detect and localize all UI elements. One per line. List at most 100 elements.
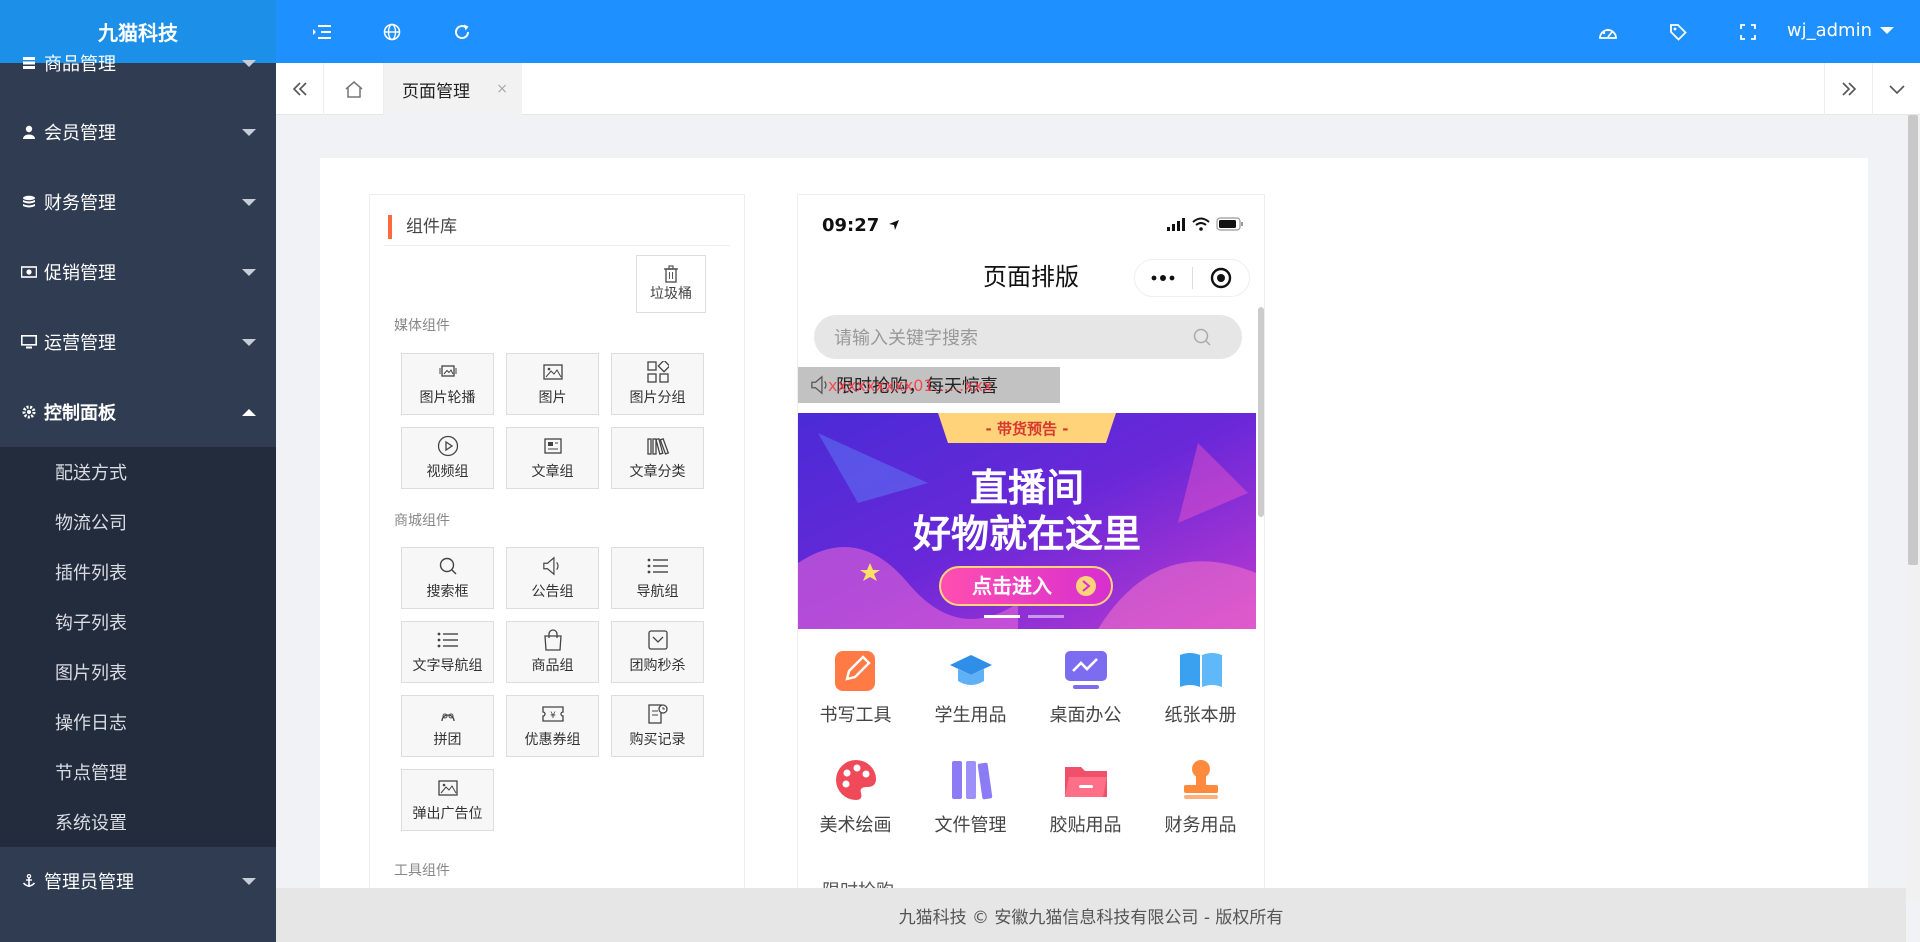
sidebar-item-label: 管理员管理 (44, 872, 134, 893)
sidebar-item-promotion[interactable]: 促销管理 (0, 237, 276, 307)
coins-icon (20, 193, 38, 211)
category-item[interactable]: 文件管理 (913, 757, 1028, 847)
sidebar-item-operations[interactable]: 运营管理 (0, 307, 276, 377)
banner-button: 点击进入 (972, 574, 1052, 598)
submenu-item[interactable]: 节点管理 (0, 747, 276, 797)
section-heading-partial: 限时抢购 (822, 877, 894, 888)
notice-bar[interactable]: 限时抢购，每天惊喜 xxxxxxxxx01......xxx (798, 367, 1060, 403)
phone-scrollbar[interactable] (1258, 307, 1264, 517)
comp-label: 图片轮播 (419, 390, 476, 406)
desktop-chart-icon (1064, 651, 1107, 689)
comp-group-buy-flash[interactable]: 团购秒杀 (611, 621, 704, 683)
chevron-down-icon (242, 199, 256, 206)
globe-icon[interactable] (380, 20, 404, 44)
sidebar-item-label: 财务管理 (44, 193, 116, 214)
search-icon (1193, 328, 1211, 346)
category-item[interactable]: 学生用品 (913, 647, 1028, 737)
chevron-down-icon (242, 60, 256, 67)
submenu-item[interactable]: 物流公司 (0, 497, 276, 547)
category-item[interactable]: 桌面办公 (1028, 647, 1143, 737)
phone-search-box[interactable]: 请输入关键字搜索 (814, 315, 1242, 359)
carousel-icon (437, 361, 459, 383)
category-item[interactable]: 财务用品 (1143, 757, 1258, 847)
coupon-icon: ¥ (541, 703, 564, 725)
tag-icon[interactable] (1666, 20, 1690, 44)
tab-page-management[interactable]: 页面管理 × (384, 63, 522, 115)
category-label: 桌面办公 (1049, 705, 1122, 726)
sidebar-item-finance[interactable]: 财务管理 (0, 167, 276, 237)
sidebar-item-control-panel[interactable]: 控制面板 (0, 377, 276, 447)
user-menu[interactable]: wj_admin (1787, 20, 1894, 41)
trash-button[interactable]: 垃圾桶 (636, 255, 706, 313)
submenu-item[interactable]: 钩子列表 (0, 597, 276, 647)
money-icon (20, 263, 38, 281)
category-item[interactable]: 胶贴用品 (1028, 757, 1143, 847)
refresh-icon[interactable] (450, 20, 474, 44)
home-icon[interactable] (324, 63, 384, 115)
submenu-item[interactable]: 系统设置 (0, 797, 276, 847)
wifi-icon (1192, 217, 1210, 231)
divider (384, 245, 730, 246)
comp-label: 优惠券组 (524, 732, 581, 748)
database-icon (20, 54, 38, 72)
sidebar-item-label: 控制面板 (44, 403, 116, 424)
comp-text-nav-group[interactable]: 文字导航组 (401, 621, 494, 683)
category-item[interactable]: 书写工具 (798, 647, 913, 737)
comp-goods-group[interactable]: 商品组 (506, 621, 599, 683)
list-icon (437, 629, 459, 651)
comp-notice-group[interactable]: 公告组 (506, 547, 599, 609)
comp-article-group[interactable]: 文章组 (506, 427, 599, 489)
tab-scroll-right-icon[interactable] (1824, 63, 1872, 115)
tab-scroll-left-icon[interactable] (276, 63, 324, 115)
comp-coupon-group[interactable]: ¥ 优惠券组 (506, 695, 599, 757)
fullscreen-icon[interactable] (1736, 20, 1760, 44)
more-icon[interactable] (1135, 275, 1192, 281)
comp-image-group[interactable]: 图片分组 (611, 353, 704, 415)
palette-icon[interactable] (1596, 20, 1620, 44)
mini-program-capsule[interactable] (1134, 259, 1250, 297)
comp-label: 搜索框 (426, 584, 469, 600)
team-icon (437, 703, 459, 725)
comp-image-carousel[interactable]: 图片轮播 (401, 353, 494, 415)
submenu-item[interactable]: 配送方式 (0, 447, 276, 497)
group-label-media: 媒体组件 (394, 318, 450, 334)
submenu-item[interactable]: 图片列表 (0, 647, 276, 697)
comp-video-group[interactable]: 视频组 (401, 427, 494, 489)
sidebar-item-members[interactable]: 会员管理 (0, 97, 276, 167)
tab-menu-chevron-down-icon[interactable] (1872, 63, 1920, 115)
comp-team-buy[interactable]: 拼团 (401, 695, 494, 757)
list-icon (647, 555, 669, 577)
banner-line2: 好物就在这里 (912, 512, 1141, 556)
sidebar-item-goods[interactable]: 商品管理 (0, 51, 276, 75)
target-close-icon[interactable] (1193, 267, 1250, 289)
folder-icon (1064, 767, 1107, 797)
submenu-item[interactable]: 操作日志 (0, 697, 276, 747)
comp-article-category[interactable]: 文章分类 (611, 427, 704, 489)
comp-label: 拼团 (433, 732, 462, 748)
banner-image[interactable]: - 带货预告 - 直播间 好物就在这里 点击进入 (798, 413, 1256, 629)
sidebar-item-admins[interactable]: 管理员管理 (0, 847, 276, 915)
comp-search-box[interactable]: 搜索框 (401, 547, 494, 609)
comp-image[interactable]: 图片 (506, 353, 599, 415)
battery-icon (1216, 217, 1243, 231)
category-item[interactable]: 美术绘画 (798, 757, 913, 847)
grid-icon (646, 361, 669, 383)
scrollbar-thumb[interactable] (1908, 115, 1918, 565)
category-label: 财务用品 (1164, 815, 1237, 836)
comp-label: 图片分组 (629, 390, 686, 406)
comp-label: 公告组 (531, 584, 574, 600)
menu-toggle-icon[interactable] (310, 20, 334, 44)
comp-purchase-record[interactable]: 购买记录 (611, 695, 704, 757)
caret-down-icon (1880, 27, 1894, 34)
submenu-item[interactable]: 插件列表 (0, 547, 276, 597)
page-scrollbar[interactable] (1906, 115, 1920, 900)
close-icon[interactable]: × (496, 81, 508, 97)
svg-text:¥: ¥ (550, 711, 556, 721)
category-item[interactable]: 纸张本册 (1143, 647, 1258, 737)
username: wj_admin (1786, 20, 1872, 41)
sidebar: 九猫科技 商品管理 会员管理 财务管理 促销管理 运营管理 控制面板 配送方式 … (0, 0, 276, 942)
chevron-down-icon (242, 269, 256, 276)
comp-popup-ad[interactable]: 弹出广告位 (401, 769, 494, 831)
books-icon (646, 435, 669, 457)
comp-nav-group[interactable]: 导航组 (611, 547, 704, 609)
